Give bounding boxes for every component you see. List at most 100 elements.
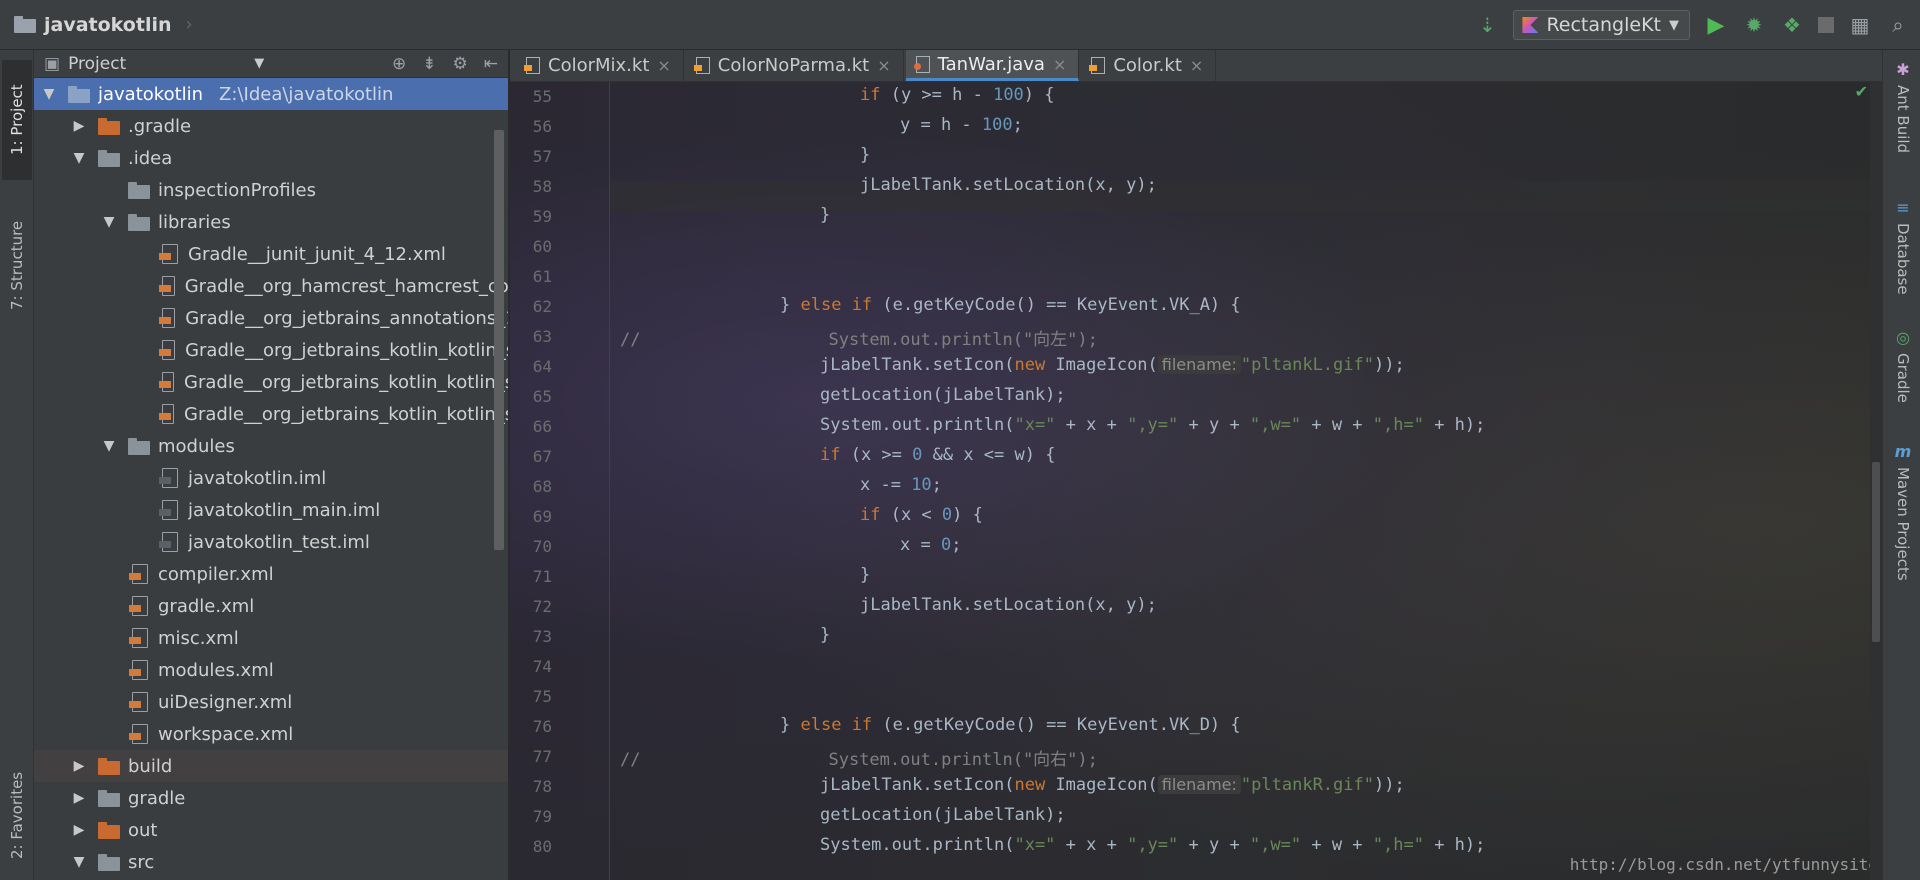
tree-item[interactable]: Gradle__org_jetbrains_kotlin_kotlin_stdl… [34,334,508,366]
tree-item[interactable]: compiler.xml [34,558,508,590]
collapse-all-icon[interactable]: ⇟ [422,54,436,74]
expand-arrow-icon[interactable]: ▼ [72,854,86,870]
tree-item[interactable]: javatokotlin_test.iml [34,526,508,558]
tab-gradle[interactable]: ◎ Gradle [1889,328,1917,458]
code-token: if [860,505,881,525]
build-icon[interactable]: ⇣ [1475,13,1499,37]
project-name[interactable]: javatokotlin [44,14,172,36]
tab-colormix[interactable]: ColorMix.kt × [516,50,684,81]
tree-item[interactable]: inspectionProfiles [34,174,508,206]
java-file-icon [913,55,930,73]
tab-label: ColorMix.kt [548,55,650,76]
tree-item[interactable]: gradle.xml [34,590,508,622]
code-token: y = h - [900,115,982,135]
tree-item[interactable]: Gradle__org_hamcrest_hamcrest_core_1_3.x… [34,270,508,302]
close-icon[interactable]: × [657,56,670,75]
tab-color[interactable]: Color.kt × [1081,50,1217,81]
code-token: else [800,295,842,315]
editor-scrollbar-thumb[interactable] [1872,462,1880,642]
editor: ColorMix.kt × ColorNoParma.kt × TanWar.j… [510,50,1882,880]
tree-item[interactable]: javatokotlin.iml [34,462,508,494]
run-icon[interactable]: ▶ [1704,13,1728,38]
code-token: ",w=" [1249,415,1302,435]
tree-item[interactable]: ▼ src [34,846,508,878]
expand-arrow-icon[interactable]: ▼ [72,150,86,166]
line-number: 60 [532,237,552,256]
code-token: && x <= w) { [922,445,1056,465]
code-token: x -= [860,475,912,495]
code-editor[interactable]: 55 56 57 58 59 60 61 62 63 64 65 66 67 6… [510,82,1882,880]
tab-tanwar[interactable]: TanWar.java × [905,50,1080,81]
expand-arrow-icon[interactable]: ▼ [102,214,116,230]
collapse-arrow-icon[interactable]: ▶ [72,758,86,774]
chevron-down-icon[interactable]: ▼ [254,56,264,71]
line-number: 72 [532,597,552,616]
tree-item[interactable]: javatokotlin_main.iml [34,494,508,526]
tree-item[interactable]: Gradle__junit_junit_4_12.xml [34,238,508,270]
tab-structure-label: 7: Structure [8,220,26,310]
locate-icon[interactable]: ⊕ [392,54,406,74]
tab-project[interactable]: 1: Project [2,60,32,180]
editor-scrollbar-track[interactable] [1870,82,1882,880]
code-token: jLabelTank.setIcon( [820,775,1015,795]
tree-item[interactable]: misc.xml [34,622,508,654]
project-scrollbar[interactable] [494,130,504,550]
line-number: 80 [532,837,552,856]
breadcrumb[interactable]: javatokotlin › [14,14,193,36]
coverage-icon[interactable]: ❖ [1780,13,1804,37]
project-tool-window: ▣ Project ▼ ⊕ ⇟ ⚙ ⇤ ▼ javatokotlin Z:\Id… [34,50,508,880]
tree-item-label: out [128,819,158,841]
tree-item[interactable]: ▼ .idea [34,142,508,174]
line-number-gutter[interactable]: 55 56 57 58 59 60 61 62 63 64 65 66 67 6… [510,82,610,880]
debug-icon[interactable]: ✹ [1742,13,1766,37]
project-panel-title[interactable]: Project [68,54,126,74]
collapse-arrow-icon[interactable]: ▶ [72,118,86,134]
folder-icon [98,149,120,167]
tree-item[interactable]: workspace.xml [34,718,508,750]
tree-item-label: libraries [158,211,231,233]
tree-item-root[interactable]: ▼ javatokotlin Z:\Idea\javatokotlin [34,78,508,110]
tab-structure[interactable]: 7: Structure [2,200,32,330]
run-configuration-select[interactable]: RectangleKt ▼ [1513,10,1690,40]
search-icon[interactable]: ⌕ [1886,13,1910,37]
tree-item[interactable]: ▶ build [34,750,508,782]
chevron-down-icon: ▼ [1669,17,1679,33]
tab-colornoparma[interactable]: ColorNoParma.kt × [685,50,904,81]
tree-item[interactable]: ▶ out [34,814,508,846]
main-toolbar: ⇣ RectangleKt ▼ ▶ ✹ ❖ ▦ ⌕ [1475,0,1920,50]
code-token: )); [1373,355,1405,375]
tree-item[interactable]: ▶ .gradle [34,110,508,142]
stop-icon[interactable] [1818,17,1834,33]
tree-item[interactable]: ▶ gradle [34,782,508,814]
collapse-arrow-icon[interactable]: ▶ [72,822,86,838]
tab-database[interactable]: ≡ Database [1889,198,1917,348]
hide-icon[interactable]: ⇤ [484,54,498,74]
close-icon[interactable]: × [877,56,890,75]
tree-item[interactable]: Gradle__org_jetbrains_kotlin_kotlin_stdl… [34,398,508,430]
tree-item[interactable]: Gradle__org_jetbrains_annotations_13_0.x… [34,302,508,334]
tree-item[interactable]: ▼ libraries [34,206,508,238]
code-token: (e.getKeyCode() == KeyEvent.VK_D) { [872,715,1241,735]
tree-item[interactable]: ▼ modules [34,430,508,462]
code-line: // System.out.println("向右"); [610,745,1098,775]
folder-icon [98,117,120,135]
tab-maven-projects[interactable]: m Maven Projects [1889,442,1917,642]
collapse-arrow-icon[interactable]: ▶ [72,790,86,806]
code-token: // [620,330,641,350]
tab-favorites[interactable]: 2: Favorites [2,750,32,880]
close-icon[interactable]: × [1053,55,1066,74]
close-icon[interactable]: × [1190,56,1203,75]
expand-arrow-icon[interactable]: ▼ [102,438,116,454]
tree-item[interactable]: uiDesigner.xml [34,686,508,718]
tree-item[interactable]: modules.xml [34,654,508,686]
tree-item[interactable]: Gradle__org_jetbrains_kotlin_kotlin_stdl… [34,366,508,398]
expand-arrow-icon[interactable]: ▼ [42,86,56,102]
project-structure-icon[interactable]: ▦ [1848,13,1872,37]
gear-icon[interactable]: ⚙ [453,54,468,74]
tree-item-label: Gradle__org_jetbrains_kotlin_kotlin_stdl… [185,339,508,361]
ant-icon: ✱ [1896,60,1910,79]
code-line: x = 0; [610,535,961,565]
code-token: + w + [1301,415,1373,435]
tab-ant-build[interactable]: ✱ Ant Build [1889,60,1917,190]
